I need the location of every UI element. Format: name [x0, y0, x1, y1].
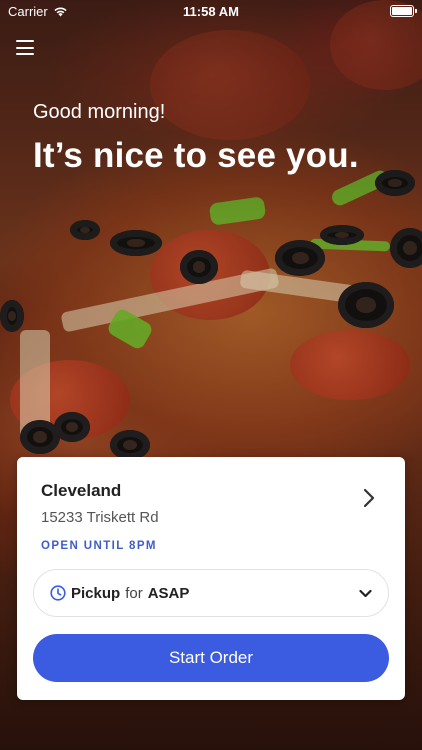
hamburger-menu-icon[interactable]	[16, 40, 34, 55]
order-time: ASAP	[147, 584, 190, 602]
order-connector: for	[125, 584, 143, 602]
clock-icon	[50, 585, 66, 601]
battery-icon	[390, 5, 417, 17]
store-card: Cleveland 15233 Triskett Rd OPEN UNTIL 8…	[17, 457, 405, 700]
status-time: 11:58 AM	[183, 3, 239, 19]
headline-text: It’s nice to see you.	[33, 136, 359, 175]
greeting-text: Good morning!	[33, 101, 166, 123]
store-name: Cleveland	[41, 481, 122, 500]
order-type-dropdown[interactable]: Pickup for ASAP	[33, 569, 389, 617]
status-bar: Carrier 11:58 AM	[0, 0, 422, 22]
chevron-down-icon	[359, 589, 372, 597]
store-selector[interactable]: Cleveland 15233 Triskett Rd	[41, 481, 387, 531]
chevron-right-icon[interactable]	[361, 487, 377, 509]
order-mode: Pickup	[71, 584, 121, 602]
store-hours: OPEN UNTIL 8PM	[41, 540, 157, 552]
start-order-button[interactable]: Start Order	[33, 634, 389, 682]
store-address: 15233 Triskett Rd	[41, 509, 159, 526]
